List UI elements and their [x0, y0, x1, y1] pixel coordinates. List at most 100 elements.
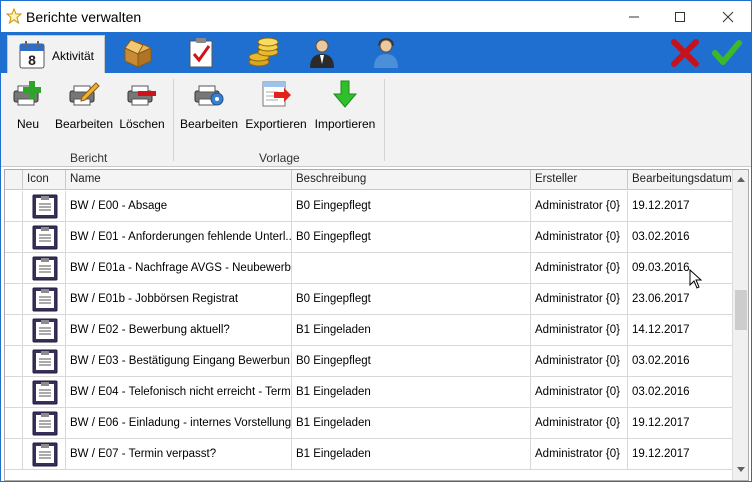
table-row[interactable]: BW / E03 - Bestätigung Eingang Bewerbun.… [5, 346, 732, 377]
row-datum: 03.02.2016 [632, 355, 690, 367]
header-beschreibung[interactable]: Beschreibung [292, 170, 531, 190]
row-datum: 19.12.2017 [632, 200, 690, 212]
bericht-bearbeiten-button[interactable]: Bearbeiten [54, 79, 114, 131]
checklist-icon[interactable] [184, 36, 218, 70]
table-row[interactable]: BW / E01a - Nachfrage AVGS - Neubewerber… [5, 253, 732, 284]
bericht-neu-label: Neu [16, 117, 39, 131]
row-icon-cell [23, 191, 66, 222]
report-document-icon [32, 349, 58, 374]
row-icon-cell [23, 222, 66, 253]
support-user-icon[interactable] [369, 36, 403, 70]
minimize-button[interactable] [611, 1, 657, 32]
row-indicator[interactable] [5, 284, 23, 315]
row-name: BW / E01b - Jobbörsen Registrat [66, 284, 292, 315]
bericht-neu-button[interactable]: Neu [11, 79, 45, 131]
header-ersteller[interactable]: Ersteller [531, 170, 628, 190]
report-document-icon [32, 194, 58, 219]
printer-add-icon [13, 81, 41, 106]
row-indicator[interactable] [5, 315, 23, 346]
row-ersteller: Administrator {0} [531, 222, 628, 253]
table-row[interactable]: BW / E01 - Anforderungen fehlende Unterl… [5, 222, 732, 253]
vorlage-exportieren-button[interactable]: Exportieren [245, 79, 307, 131]
report-document-icon [32, 256, 58, 281]
close-button[interactable] [705, 1, 751, 32]
row-name: BW / E01a - Nachfrage AVGS - Neubewerber [66, 253, 292, 284]
row-beschreibung: B1 Eingeladen [292, 315, 531, 346]
vorlage-exportieren-label: Exportieren [245, 117, 307, 131]
header-datum[interactable]: Bearbeitungsdatum [628, 170, 732, 190]
report-document-icon [32, 287, 58, 312]
confirm-check-icon[interactable] [711, 38, 743, 68]
calendar-day: 8 [28, 52, 36, 68]
row-indicator[interactable] [5, 253, 23, 284]
user-icon[interactable] [305, 36, 339, 70]
report-document-icon [32, 225, 58, 250]
bericht-bearbeiten-label: Bearbeiten [54, 117, 114, 131]
row-indicator[interactable] [5, 439, 23, 470]
import-arrow-icon [332, 80, 358, 108]
header-indicator [5, 170, 23, 190]
table-row[interactable]: BW / E07 - Termin verpasst? B1 Eingeladen… [5, 439, 732, 470]
row-name: BW / E02 - Bewerbung aktuell? [66, 315, 292, 346]
row-name: BW / E07 - Termin verpasst? [66, 439, 292, 470]
ribbon-tab-strip: 8 Aktivität [1, 32, 751, 73]
window-title: Berichte verwalten [26, 9, 142, 25]
row-name: BW / E01 - Anforderungen fehlende Unterl… [66, 222, 292, 253]
row-beschreibung: B0 Eingepflegt [292, 191, 531, 222]
header-icon[interactable]: Icon [23, 170, 66, 190]
table-row[interactable]: BW / E02 - Bewerbung aktuell? B1 Eingelad… [5, 315, 732, 346]
table-row[interactable]: BW / E04 - Telefonisch nicht erreicht - … [5, 377, 732, 408]
box-icon[interactable] [121, 36, 155, 70]
report-document-icon [32, 411, 58, 436]
row-datum: 19.12.2017 [632, 417, 690, 429]
printer-delete-icon [127, 85, 156, 106]
scroll-down-icon[interactable] [737, 467, 745, 473]
row-icon-cell [23, 315, 66, 346]
row-icon-cell [23, 439, 66, 470]
bericht-loeschen-button[interactable]: Löschen [119, 79, 165, 131]
row-indicator[interactable] [5, 377, 23, 408]
row-ersteller: Administrator {0} [531, 284, 628, 315]
row-name: BW / E04 - Telefonisch nicht erreicht - … [66, 377, 292, 408]
maximize-button[interactable] [657, 1, 703, 32]
row-datum: 09.03.2016 [632, 262, 690, 274]
cancel-x-icon[interactable] [669, 38, 701, 68]
ribbon: Neu Bearbeiten Löschen Bericht Bearbeite… [1, 73, 751, 167]
row-beschreibung: B1 Eingeladen [292, 377, 531, 408]
bericht-loeschen-label: Löschen [119, 117, 165, 131]
row-name: BW / E06 - Einladung - internes Vorstell… [66, 408, 292, 439]
vorlage-bearbeiten-button[interactable]: Bearbeiten [179, 79, 239, 131]
mouse-cursor-icon [689, 269, 703, 289]
row-indicator[interactable] [5, 191, 23, 222]
report-document-icon [32, 318, 58, 343]
row-ersteller: Administrator {0} [531, 346, 628, 377]
scroll-up-icon[interactable] [737, 176, 745, 182]
vertical-scrollbar[interactable] [732, 170, 748, 480]
group-separator [384, 79, 385, 161]
table-row[interactable]: BW / E06 - Einladung - internes Vorstell… [5, 408, 732, 439]
scrollbar-thumb[interactable] [735, 290, 747, 330]
grid-header: Icon Name Beschreibung Ersteller Bearbei… [5, 170, 732, 190]
header-name[interactable]: Name [66, 170, 292, 190]
coins-icon[interactable] [246, 36, 280, 70]
table-row[interactable]: BW / E01b - Jobbörsen Registrat B0 Eingep… [5, 284, 732, 315]
row-ersteller: Administrator {0} [531, 408, 628, 439]
vorlage-bearbeiten-label: Bearbeiten [179, 117, 239, 131]
row-beschreibung: B1 Eingeladen [292, 439, 531, 470]
row-indicator[interactable] [5, 222, 23, 253]
vorlage-importieren-button[interactable]: Importieren [315, 79, 375, 131]
group-separator [173, 79, 174, 161]
row-ersteller: Administrator {0} [531, 191, 628, 222]
row-icon-cell [23, 408, 66, 439]
minimize-icon [629, 16, 639, 17]
tab-aktivitaet-label: Aktivität [52, 49, 95, 63]
row-icon-cell [23, 377, 66, 408]
row-name: BW / E03 - Bestätigung Eingang Bewerbun.… [66, 346, 292, 377]
row-indicator[interactable] [5, 408, 23, 439]
row-ersteller: Administrator {0} [531, 439, 628, 470]
table-row[interactable]: BW / E00 - Absage B0 Eingepflegt Administr… [5, 191, 732, 222]
printer-edit-icon [69, 82, 100, 106]
row-indicator[interactable] [5, 346, 23, 377]
tab-aktivitaet[interactable]: 8 Aktivität [7, 35, 105, 73]
row-ersteller: Administrator {0} [531, 377, 628, 408]
